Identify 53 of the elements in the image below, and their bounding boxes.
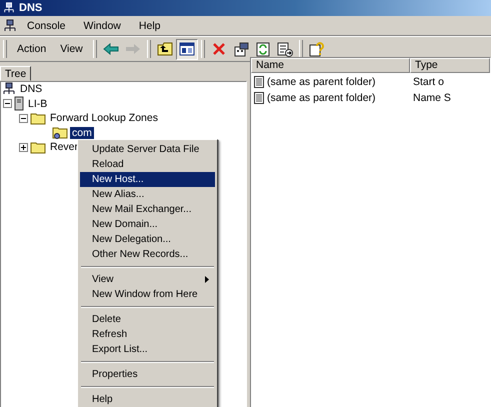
column-header[interactable]: Name <box>251 58 410 73</box>
toolbar-button[interactable] <box>176 38 198 60</box>
menu-item[interactable]: New Domain... <box>80 217 215 232</box>
toolbar-menu[interactable]: Action <box>10 41 54 57</box>
menu-bar-item[interactable]: Window <box>76 18 129 34</box>
folder-icon <box>30 112 46 125</box>
tree-item[interactable]: Rever <box>48 141 80 154</box>
pane-icon <box>178 42 195 56</box>
server-icon <box>14 96 24 112</box>
menu-item[interactable]: Export List... <box>80 342 215 357</box>
zone-folder-icon <box>52 126 68 140</box>
menu-item[interactable]: Refresh <box>80 327 215 342</box>
menu-item[interactable]: New Mail Exchanger... <box>80 202 215 217</box>
menu-item[interactable]: New Delegation... <box>80 232 215 247</box>
menu-item[interactable]: Properties <box>80 367 215 382</box>
folder-icon <box>30 140 46 154</box>
menu-bar-item[interactable]: Console <box>19 18 74 34</box>
network-icon <box>3 2 15 14</box>
menu-item[interactable]: Reload <box>80 157 215 172</box>
menu-item[interactable]: Help <box>80 392 215 407</box>
back-arrow-icon <box>102 43 119 55</box>
menu-item[interactable]: Update Server Data File <box>80 142 215 157</box>
collapse-icon[interactable] <box>3 99 12 108</box>
list-cell: (same as parent folder) <box>267 92 376 104</box>
menu-item[interactable]: New Window from Here <box>80 287 215 302</box>
list-cell: (same as parent folder) <box>267 76 376 88</box>
tree-item[interactable]: DNS <box>18 83 44 96</box>
console-icon[interactable] <box>3 18 17 32</box>
folder-up-icon <box>156 42 173 56</box>
window-title: DNS <box>19 2 42 14</box>
menu-item[interactable]: New Alias... <box>80 187 215 202</box>
menu-item-label: View <box>92 274 114 285</box>
column-header[interactable]: Type <box>410 58 490 73</box>
tab[interactable]: Tree <box>0 66 32 81</box>
collapse-icon[interactable] <box>19 114 28 123</box>
tree-item[interactable]: LI-B <box>26 98 50 110</box>
tree-item[interactable]: Forward Lookup Zones <box>48 112 160 124</box>
menu-item[interactable]: Delete <box>80 312 215 327</box>
list-cell-text: Start o <box>412 76 444 88</box>
forward-arrow-icon <box>124 43 141 55</box>
submenu-item[interactable]: View <box>80 272 215 287</box>
properties-icon <box>232 42 249 56</box>
record-icon <box>254 92 264 104</box>
menu-item[interactable]: New Host... <box>80 172 215 187</box>
submenu-arrow-icon <box>205 276 209 283</box>
toolbar-menu[interactable]: View <box>53 41 90 57</box>
tree-item[interactable]: com <box>70 126 94 139</box>
expand-icon[interactable] <box>19 142 28 152</box>
record-icon <box>254 76 264 88</box>
menu-item[interactable]: Other New Records... <box>80 247 215 262</box>
list-cell-text: Name S <box>412 92 451 104</box>
menu-bar-item[interactable]: Help <box>130 18 168 34</box>
delete-icon <box>212 42 226 56</box>
